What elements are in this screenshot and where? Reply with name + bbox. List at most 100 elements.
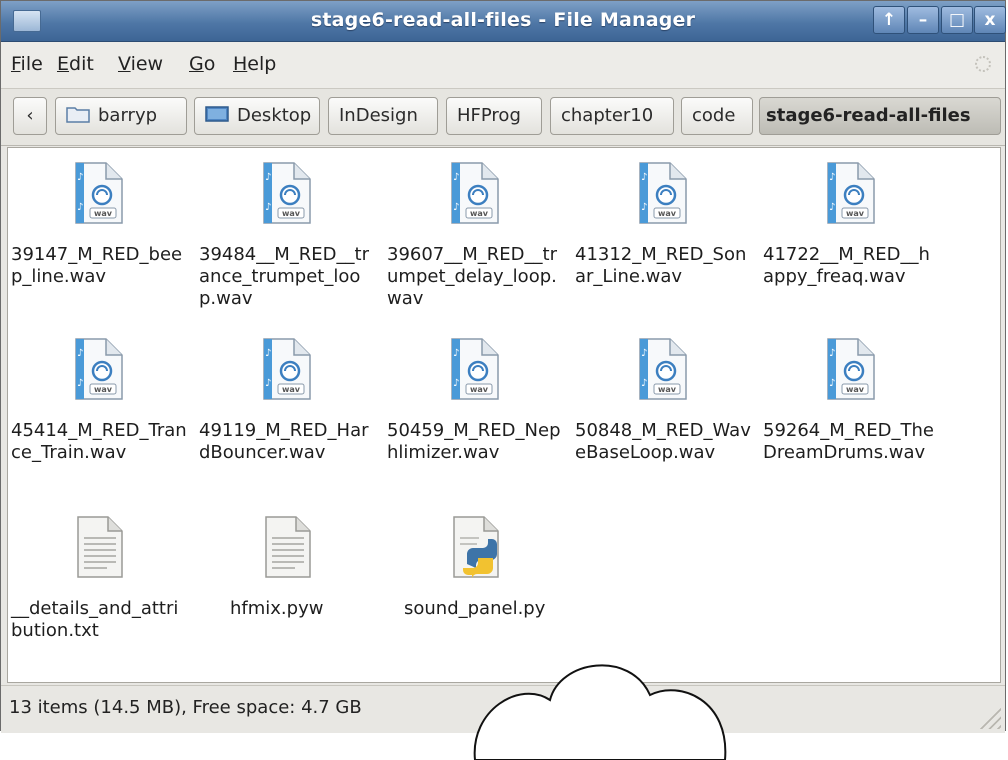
crumb-code[interactable]: code [681,97,753,135]
menu-go[interactable]: Go [189,53,215,75]
wav-audio-icon: ♪ ♪ wav [449,338,501,400]
svg-text:♪: ♪ [265,378,271,389]
svg-text:wav: wav [846,385,865,394]
svg-text:♪: ♪ [77,202,83,213]
crumb-barryp[interactable]: barryp [55,97,187,135]
svg-text:♪: ♪ [77,172,83,183]
file-item[interactable]: ♪ ♪ wav 45414_M_RED_Trance_Train.wav [8,338,196,498]
wav-audio-icon: ♪ ♪ wav [825,162,877,224]
file-item[interactable]: ♪ ♪ wav 41312_M_RED_Sonar_Line.wav [572,162,760,322]
menu-file[interactable]: File [11,53,43,75]
file-name: 50459_M_RED_Nephlimizer.wav [387,420,561,463]
chevron-left-icon: ‹ [26,105,34,126]
svg-text:♪: ♪ [265,348,271,359]
file-item[interactable]: ♪ ♪ wav 49119_M_RED_HardBouncer.wav [196,338,384,498]
file-item[interactable]: ♪ ♪ wav 39147_M_RED_beep_line.wav [8,162,196,322]
file-name: 39607__M_RED__trumpet_delay_loop.wav [387,244,557,309]
file-item[interactable]: ♪ ♪ wav 50459_M_RED_Nephlimizer.wav [384,338,572,498]
menu-file-mnemonic: F [11,53,21,75]
file-item[interactable]: ♪ ♪ wav 41722__M_RED__happy_freaq.wav [760,162,948,322]
maximize-button[interactable]: □ [941,6,973,34]
menu-help-mnemonic: H [233,53,248,75]
menu-edit-mnemonic: E [57,53,70,75]
file-item[interactable]: sound_panel.py [384,516,572,656]
crumb-chapter10-label: chapter10 [561,105,654,126]
text-file-icon [73,516,125,578]
title-bar[interactable]: stage6-read-all-files - File Manager ↑ –… [1,1,1006,42]
svg-text:♪: ♪ [77,348,83,359]
file-name: 39147_M_RED_beep_line.wav [11,244,183,287]
menu-go-label: o [203,53,216,75]
window-title: stage6-read-all-files - File Manager [310,9,696,31]
crumb-hfprog[interactable]: HFProg [446,97,542,135]
svg-text:♪: ♪ [453,378,459,389]
crumb-hfprog-label: HFProg [457,105,521,126]
svg-text:♪: ♪ [453,172,459,183]
close-button[interactable]: x [974,6,1006,34]
svg-text:wav: wav [94,209,113,218]
svg-text:♪: ♪ [829,172,835,183]
svg-text:♪: ♪ [453,348,459,359]
svg-text:wav: wav [846,209,865,218]
svg-text:wav: wav [470,209,489,218]
resize-grip-icon[interactable] [979,707,1001,729]
svg-text:wav: wav [94,385,113,394]
file-name: 39484__M_RED__trance_trumpet_loop.wav [199,244,369,309]
wav-audio-icon: ♪ ♪ wav [73,162,125,224]
python-file-icon [449,516,501,579]
menu-help-label: elp [247,53,277,75]
menu-bar: File Edit View Go Help [1,42,1005,89]
svg-text:wav: wav [658,385,677,394]
file-name: __details_and_attribution.txt [11,598,179,641]
file-name: 45414_M_RED_Trance_Train.wav [11,420,187,463]
svg-text:♪: ♪ [641,202,647,213]
file-name: 41722__M_RED__happy_freaq.wav [763,244,930,287]
desktop-icon [205,106,229,122]
file-item[interactable]: ♪ ♪ wav 39607__M_RED__trumpet_delay_loop… [384,162,572,322]
file-item[interactable]: ♪ ♪ wav 59264_M_RED_TheDreamDrums.wav [760,338,948,498]
menu-view[interactable]: View [118,53,163,75]
menu-edit[interactable]: Edit [57,53,94,75]
svg-text:♪: ♪ [829,348,835,359]
crumb-desktop-label: Desktop [237,105,312,126]
svg-text:♪: ♪ [77,378,83,389]
file-name: sound_panel.py [404,598,546,619]
file-icon-view[interactable]: ♪ ♪ wav 39147_M_RED_beep_line.wav ♪ ♪ wa… [7,147,1001,683]
crumb-chapter10[interactable]: chapter10 [550,97,674,135]
activity-spinner-icon [975,56,991,72]
file-item[interactable]: ♪ ♪ wav 50848_M_RED_WaveBaseLoop.wav [572,338,760,498]
file-name: 59264_M_RED_TheDreamDrums.wav [763,420,935,463]
crumb-indesign-label: InDesign [339,105,418,126]
menu-file-label: ile [20,53,43,75]
file-item[interactable]: __details_and_attribution.txt [8,516,196,656]
status-text: 13 items (14.5 MB), Free space: 4.7 GB [9,697,362,718]
keep-above-button[interactable]: ↑ [873,6,905,34]
svg-text:♪: ♪ [265,202,271,213]
menu-help[interactable]: Help [233,53,276,75]
wav-audio-icon: ♪ ♪ wav [261,338,313,400]
crumb-desktop[interactable]: Desktop [194,97,320,135]
file-name: 41312_M_RED_Sonar_Line.wav [575,244,747,287]
path-back-button[interactable]: ‹ [13,97,47,135]
menu-edit-label: dit [69,53,94,75]
svg-text:♪: ♪ [453,202,459,213]
crumb-stage6-read-all-files[interactable]: stage6-read-all-files [759,97,1001,135]
file-name: 49119_M_RED_HardBouncer.wav [199,420,369,463]
crumb-barryp-label: barryp [98,105,158,126]
path-bar: ‹ barryp Desktop InDesign HFProg chapter… [1,89,1005,146]
folder-icon [66,107,90,123]
wav-audio-icon: ♪ ♪ wav [637,162,689,224]
file-name: hfmix.pyw [230,598,324,619]
svg-text:♪: ♪ [641,348,647,359]
crumb-indesign[interactable]: InDesign [328,97,438,135]
file-item[interactable]: ♪ ♪ wav 39484__M_RED__trance_trumpet_loo… [196,162,384,322]
file-manager-window: stage6-read-all-files - File Manager ↑ –… [0,0,1006,733]
menu-view-mnemonic: V [118,53,131,75]
file-item[interactable]: hfmix.pyw [196,516,384,656]
svg-text:♪: ♪ [641,378,647,389]
menu-go-mnemonic: G [189,53,204,75]
svg-text:wav: wav [470,385,489,394]
minimize-button[interactable]: – [907,6,939,34]
crumb-code-label: code [692,105,736,126]
crumb-stage6-label: stage6-read-all-files [766,105,971,126]
